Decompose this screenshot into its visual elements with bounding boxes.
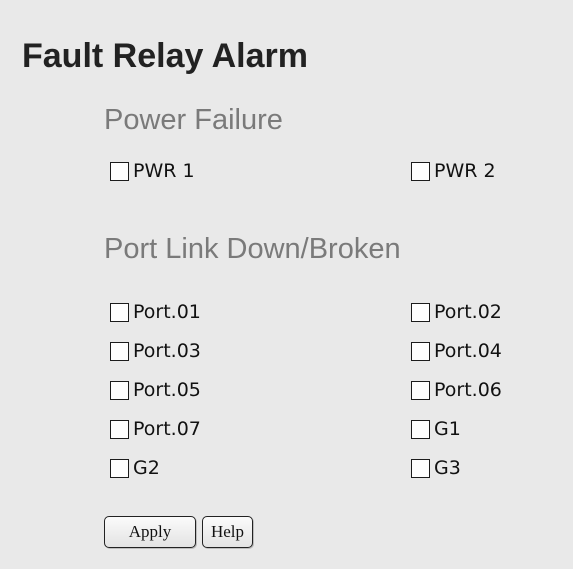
pwr-2-checkbox-item[interactable]: PWR 2 xyxy=(411,158,496,184)
g1-checkbox-item[interactable]: G1 xyxy=(411,416,461,442)
port-05-checkbox-item[interactable]: Port.05 xyxy=(110,377,201,403)
port-04-label: Port.04 xyxy=(434,340,502,362)
pwr-1-checkbox-item[interactable]: PWR 1 xyxy=(110,158,195,184)
port-03-checkbox-item[interactable]: Port.03 xyxy=(110,338,201,364)
port-04-checkbox[interactable] xyxy=(411,341,430,361)
port-06-label: Port.06 xyxy=(434,379,502,401)
page-title: Fault Relay Alarm xyxy=(22,37,308,75)
port-03-label: Port.03 xyxy=(133,340,201,362)
port-02-checkbox[interactable] xyxy=(411,302,430,322)
pwr-2-checkbox[interactable] xyxy=(411,161,430,181)
port-03-checkbox[interactable] xyxy=(110,341,129,361)
g1-checkbox[interactable] xyxy=(411,419,430,439)
port-07-label: Port.07 xyxy=(133,418,201,440)
g3-checkbox-item[interactable]: G3 xyxy=(411,455,461,481)
power-failure-heading: Power Failure xyxy=(104,104,283,136)
port-06-checkbox[interactable] xyxy=(411,380,430,400)
pwr-1-label: PWR 1 xyxy=(133,160,195,182)
port-05-checkbox[interactable] xyxy=(110,380,129,400)
g3-label: G3 xyxy=(434,457,461,479)
g2-checkbox[interactable] xyxy=(110,458,129,478)
g2-checkbox-item[interactable]: G2 xyxy=(110,455,160,481)
port-01-checkbox-item[interactable]: Port.01 xyxy=(110,299,201,325)
port-link-heading: Port Link Down/Broken xyxy=(104,233,401,265)
port-02-checkbox-item[interactable]: Port.02 xyxy=(411,299,502,325)
port-01-label: Port.01 xyxy=(133,301,201,323)
g2-label: G2 xyxy=(133,457,160,479)
port-07-checkbox-item[interactable]: Port.07 xyxy=(110,416,201,442)
port-05-label: Port.05 xyxy=(133,379,201,401)
help-button[interactable]: Help xyxy=(202,516,253,548)
port-04-checkbox-item[interactable]: Port.04 xyxy=(411,338,502,364)
g1-label: G1 xyxy=(434,418,461,440)
g3-checkbox[interactable] xyxy=(411,458,430,478)
port-01-checkbox[interactable] xyxy=(110,302,129,322)
pwr-1-checkbox[interactable] xyxy=(110,161,129,181)
port-07-checkbox[interactable] xyxy=(110,419,129,439)
pwr-2-label: PWR 2 xyxy=(434,160,496,182)
port-02-label: Port.02 xyxy=(434,301,502,323)
port-06-checkbox-item[interactable]: Port.06 xyxy=(411,377,502,403)
apply-button[interactable]: Apply xyxy=(104,516,196,548)
